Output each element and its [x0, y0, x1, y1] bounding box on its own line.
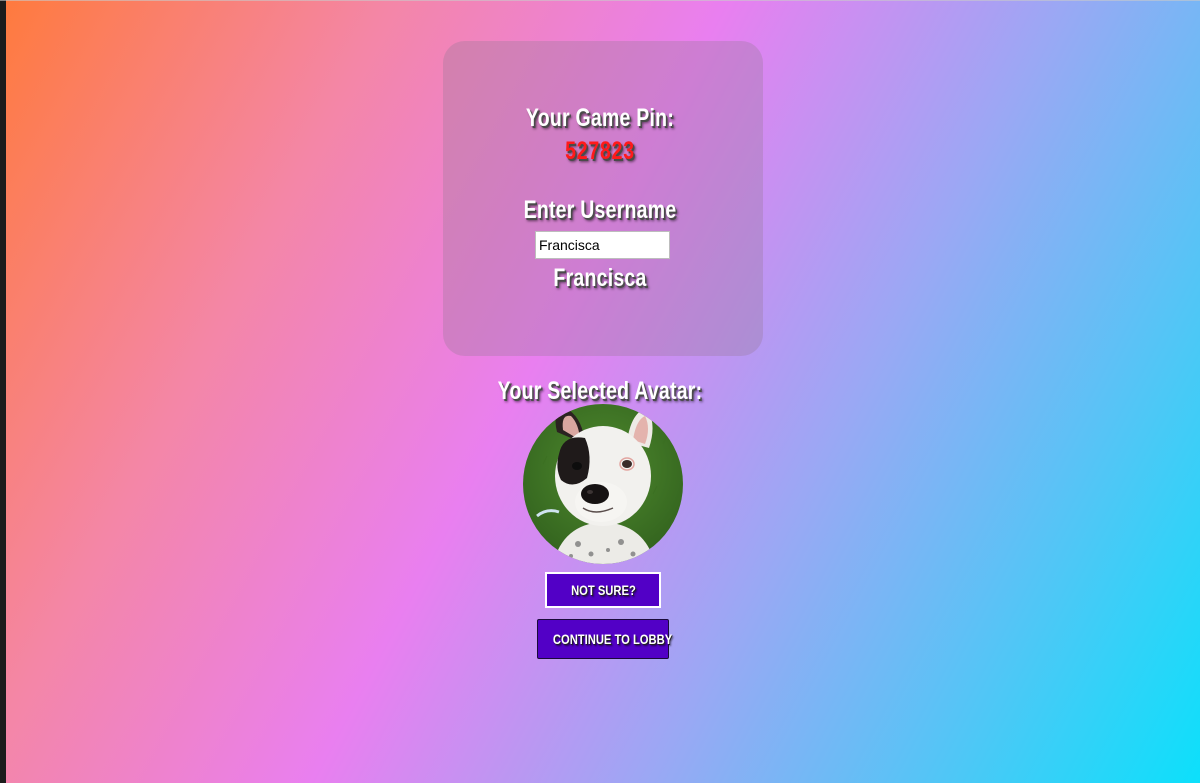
avatar-image	[523, 404, 683, 564]
continue-to-lobby-button[interactable]: CONTINUE TO LOBBY	[537, 619, 673, 659]
username-display: Francisca	[553, 264, 647, 292]
game-pin-value: 527823	[565, 137, 635, 165]
selected-avatar-label: Your Selected Avatar:	[497, 377, 703, 405]
not-sure-button[interactable]: NOT SURE?	[545, 572, 661, 608]
game-pin-label: Your Game Pin:	[525, 104, 675, 132]
dog-avatar-illustration	[523, 404, 683, 564]
not-sure-label: NOT SURE?	[570, 582, 636, 598]
username-label: Enter Username	[523, 196, 677, 224]
continue-label: CONTINUE TO LOBBY	[552, 631, 673, 647]
window-edge	[0, 0, 6, 783]
username-input[interactable]	[535, 231, 670, 259]
window-top-border	[0, 0, 1200, 1]
